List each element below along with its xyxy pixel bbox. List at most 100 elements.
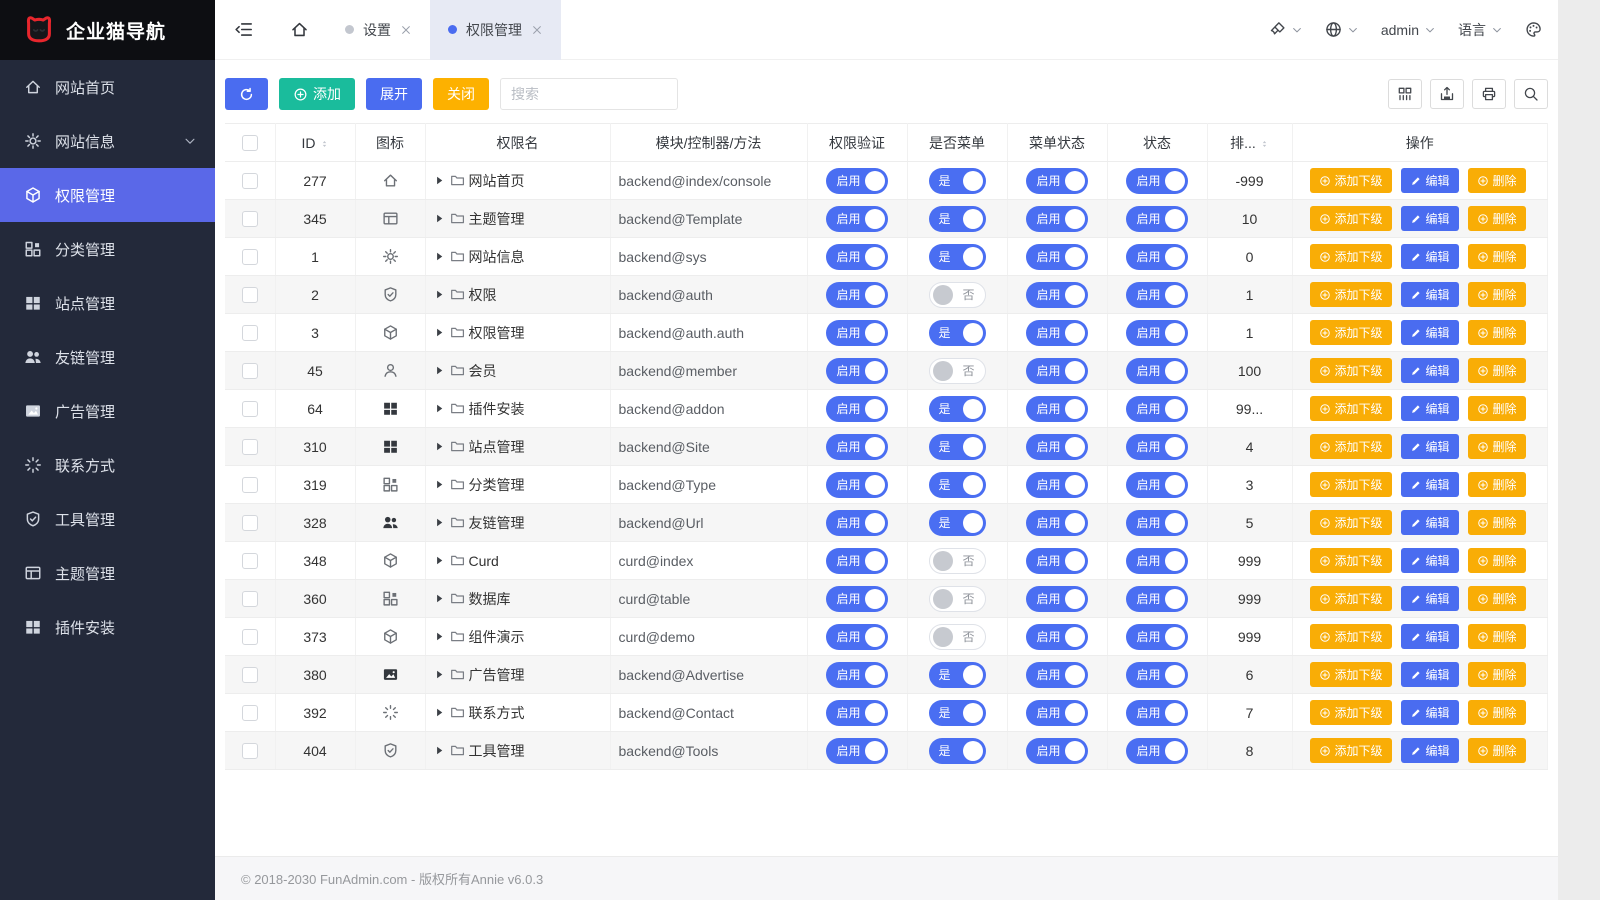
- status-toggle[interactable]: 启用: [1126, 586, 1187, 612]
- row-checkbox[interactable]: [242, 667, 258, 683]
- status-toggle[interactable]: 启用: [1126, 320, 1187, 346]
- row-checkbox[interactable]: [242, 439, 258, 455]
- row-checkbox[interactable]: [242, 211, 258, 227]
- print-button[interactable]: [1472, 79, 1506, 109]
- site-link-menu[interactable]: [1325, 21, 1359, 38]
- menu-status-toggle[interactable]: 启用: [1026, 510, 1087, 536]
- is-menu-toggle[interactable]: 是: [929, 510, 986, 536]
- row-checkbox[interactable]: [242, 173, 258, 189]
- sidebar-item-10[interactable]: 插件安装: [0, 600, 215, 654]
- brand-logo[interactable]: 企业猫导航: [0, 0, 215, 60]
- auth-verify-toggle[interactable]: 启用: [826, 320, 887, 346]
- is-menu-toggle[interactable]: 是: [929, 662, 986, 688]
- sidebar-item-7[interactable]: 联系方式: [0, 438, 215, 492]
- auth-verify-toggle[interactable]: 启用: [826, 662, 887, 688]
- status-toggle[interactable]: 启用: [1126, 624, 1187, 650]
- add-button[interactable]: 添加: [279, 78, 355, 110]
- is-menu-toggle[interactable]: 是: [929, 738, 986, 764]
- row-action-delete-button[interactable]: 删除: [1468, 320, 1526, 345]
- menu-status-toggle[interactable]: 启用: [1026, 700, 1087, 726]
- row-action-edit-button[interactable]: 编辑: [1401, 548, 1459, 573]
- row-action-delete-button[interactable]: 删除: [1468, 396, 1526, 421]
- status-toggle[interactable]: 启用: [1126, 738, 1187, 764]
- sidebar-item-0[interactable]: 网站首页: [0, 60, 215, 114]
- expand-caret-icon[interactable]: [434, 327, 445, 338]
- row-action-add-child-button[interactable]: 添加下级: [1310, 548, 1392, 573]
- is-menu-toggle[interactable]: 否: [929, 586, 986, 612]
- row-action-edit-button[interactable]: 编辑: [1401, 472, 1459, 497]
- menu-status-toggle[interactable]: 启用: [1026, 358, 1087, 384]
- status-toggle[interactable]: 启用: [1126, 472, 1187, 498]
- row-checkbox[interactable]: [242, 363, 258, 379]
- expand-button[interactable]: 展开: [366, 78, 422, 110]
- expand-caret-icon[interactable]: [434, 631, 445, 642]
- is-menu-toggle[interactable]: 是: [929, 434, 986, 460]
- row-checkbox[interactable]: [242, 401, 258, 417]
- auth-verify-toggle[interactable]: 启用: [826, 472, 887, 498]
- expand-caret-icon[interactable]: [434, 289, 445, 300]
- row-action-delete-button[interactable]: 删除: [1468, 586, 1526, 611]
- sidebar-item-6[interactable]: 广告管理: [0, 384, 215, 438]
- row-checkbox[interactable]: [242, 515, 258, 531]
- tab-0[interactable]: 设置: [327, 0, 430, 60]
- expand-caret-icon[interactable]: [434, 175, 445, 186]
- expand-caret-icon[interactable]: [434, 593, 445, 604]
- row-action-delete-button[interactable]: 删除: [1468, 358, 1526, 383]
- expand-caret-icon[interactable]: [434, 403, 445, 414]
- auth-verify-toggle[interactable]: 启用: [826, 738, 887, 764]
- tab-1[interactable]: 权限管理: [430, 0, 561, 60]
- expand-caret-icon[interactable]: [434, 213, 445, 224]
- sidebar-item-4[interactable]: 站点管理: [0, 276, 215, 330]
- status-toggle[interactable]: 启用: [1126, 662, 1187, 688]
- expand-caret-icon[interactable]: [434, 707, 445, 718]
- is-menu-toggle[interactable]: 是: [929, 320, 986, 346]
- menu-status-toggle[interactable]: 启用: [1026, 548, 1087, 574]
- row-action-add-child-button[interactable]: 添加下级: [1310, 168, 1392, 193]
- sidebar-item-9[interactable]: 主题管理: [0, 546, 215, 600]
- is-menu-toggle[interactable]: 是: [929, 168, 986, 194]
- row-checkbox[interactable]: [242, 705, 258, 721]
- row-action-add-child-button[interactable]: 添加下级: [1310, 396, 1392, 421]
- row-action-add-child-button[interactable]: 添加下级: [1310, 624, 1392, 649]
- is-menu-toggle[interactable]: 是: [929, 244, 986, 270]
- row-action-edit-button[interactable]: 编辑: [1401, 510, 1459, 535]
- status-toggle[interactable]: 启用: [1126, 434, 1187, 460]
- status-toggle[interactable]: 启用: [1126, 282, 1187, 308]
- menu-status-toggle[interactable]: 启用: [1026, 434, 1087, 460]
- row-action-add-child-button[interactable]: 添加下级: [1310, 320, 1392, 345]
- export-button[interactable]: [1430, 79, 1464, 109]
- expand-caret-icon[interactable]: [434, 251, 445, 262]
- is-menu-toggle[interactable]: 否: [929, 548, 986, 574]
- row-checkbox[interactable]: [242, 553, 258, 569]
- auth-verify-toggle[interactable]: 启用: [826, 434, 887, 460]
- row-action-add-child-button[interactable]: 添加下级: [1310, 510, 1392, 535]
- row-action-delete-button[interactable]: 删除: [1468, 624, 1526, 649]
- close-tab-icon[interactable]: [400, 24, 412, 36]
- menu-status-toggle[interactable]: 启用: [1026, 396, 1087, 422]
- row-action-delete-button[interactable]: 删除: [1468, 738, 1526, 763]
- row-action-edit-button[interactable]: 编辑: [1401, 738, 1459, 763]
- row-action-edit-button[interactable]: 编辑: [1401, 282, 1459, 307]
- menu-status-toggle[interactable]: 启用: [1026, 206, 1087, 232]
- status-toggle[interactable]: 启用: [1126, 396, 1187, 422]
- menu-status-toggle[interactable]: 启用: [1026, 282, 1087, 308]
- status-toggle[interactable]: 启用: [1126, 358, 1187, 384]
- user-menu[interactable]: admin: [1381, 22, 1436, 38]
- theme-palette-button[interactable]: [1525, 21, 1542, 38]
- row-action-delete-button[interactable]: 删除: [1468, 472, 1526, 497]
- row-checkbox[interactable]: [242, 477, 258, 493]
- row-action-delete-button[interactable]: 删除: [1468, 700, 1526, 725]
- sidebar-item-1[interactable]: 网站信息: [0, 114, 215, 168]
- row-action-edit-button[interactable]: 编辑: [1401, 396, 1459, 421]
- row-action-add-child-button[interactable]: 添加下级: [1310, 738, 1392, 763]
- row-action-edit-button[interactable]: 编辑: [1401, 662, 1459, 687]
- menu-status-toggle[interactable]: 启用: [1026, 738, 1087, 764]
- expand-caret-icon[interactable]: [434, 517, 445, 528]
- select-all-checkbox[interactable]: [242, 135, 258, 151]
- row-action-delete-button[interactable]: 删除: [1468, 434, 1526, 459]
- home-tab-icon[interactable]: [271, 0, 327, 60]
- row-action-add-child-button[interactable]: 添加下级: [1310, 206, 1392, 231]
- row-action-delete-button[interactable]: 删除: [1468, 244, 1526, 269]
- row-action-edit-button[interactable]: 编辑: [1401, 700, 1459, 725]
- auth-verify-toggle[interactable]: 启用: [826, 168, 887, 194]
